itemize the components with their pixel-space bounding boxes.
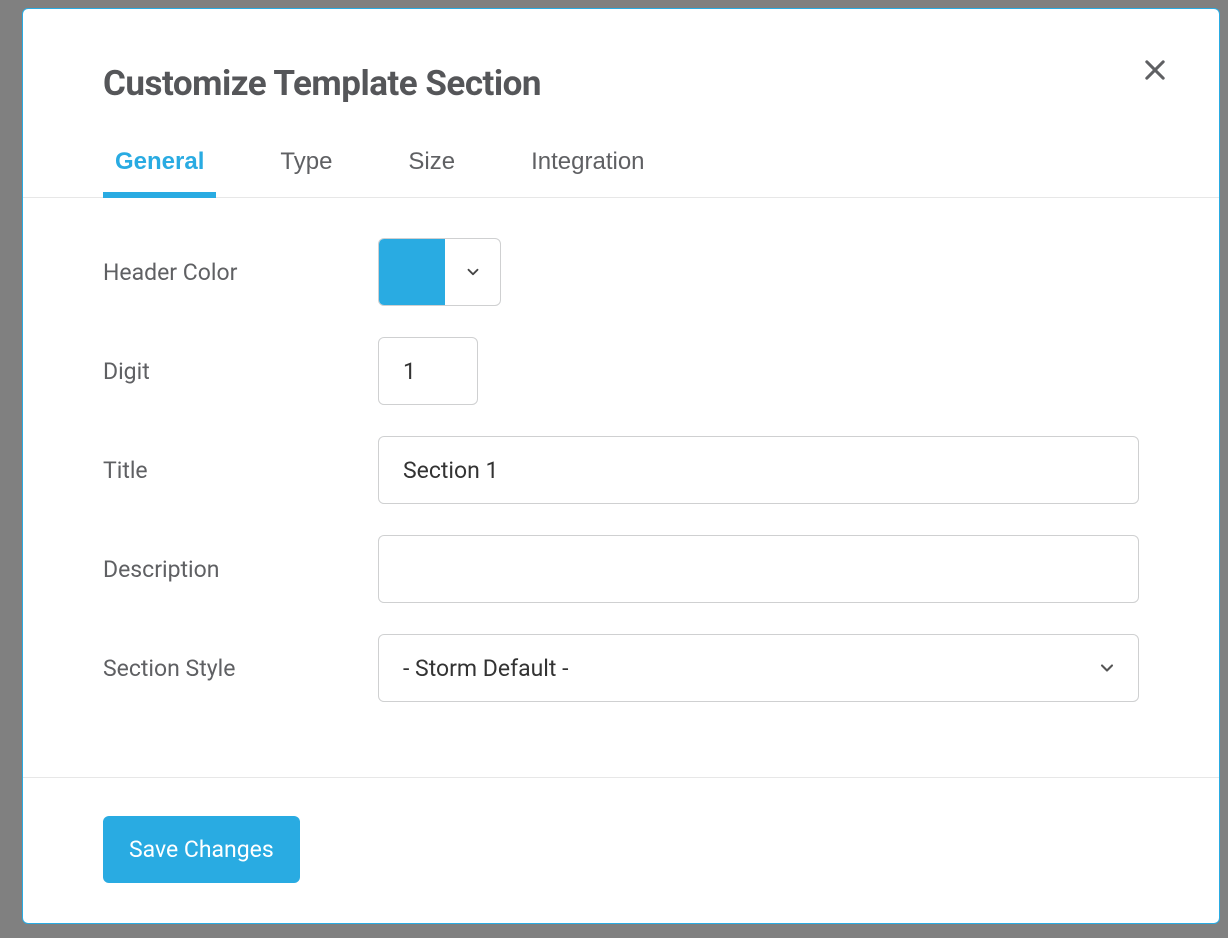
save-changes-button[interactable]: Save Changes xyxy=(103,816,300,883)
modal-body: Header Color Digit Title xyxy=(23,198,1219,777)
title-label: Title xyxy=(103,457,378,484)
description-input[interactable] xyxy=(378,535,1139,603)
row-description: Description xyxy=(103,535,1139,603)
customize-template-section-modal: Customize Template Section General Type … xyxy=(22,8,1220,924)
header-color-picker[interactable] xyxy=(378,238,501,306)
tab-integration[interactable]: Integration xyxy=(519,148,656,198)
section-style-select[interactable]: - Storm Default - xyxy=(378,634,1139,702)
modal-header: Customize Template Section xyxy=(23,9,1219,104)
title-input[interactable] xyxy=(378,436,1139,504)
row-digit: Digit xyxy=(103,337,1139,405)
modal-title: Customize Template Section xyxy=(103,63,1139,104)
close-button[interactable] xyxy=(1135,51,1175,91)
row-header-color: Header Color xyxy=(103,238,1139,306)
description-label: Description xyxy=(103,556,378,583)
tab-size[interactable]: Size xyxy=(396,148,467,198)
tab-type[interactable]: Type xyxy=(268,148,344,198)
tab-bar: General Type Size Integration xyxy=(23,104,1219,198)
digit-label: Digit xyxy=(103,358,378,385)
modal-footer: Save Changes xyxy=(23,777,1219,923)
tab-general[interactable]: General xyxy=(103,148,216,198)
section-style-label: Section Style xyxy=(103,655,378,682)
close-icon xyxy=(1141,56,1169,87)
color-swatch xyxy=(379,239,445,305)
row-title: Title xyxy=(103,436,1139,504)
header-color-label: Header Color xyxy=(103,259,378,286)
digit-input[interactable] xyxy=(378,337,478,405)
chevron-down-icon xyxy=(445,239,500,305)
row-section-style: Section Style - Storm Default - xyxy=(103,634,1139,702)
